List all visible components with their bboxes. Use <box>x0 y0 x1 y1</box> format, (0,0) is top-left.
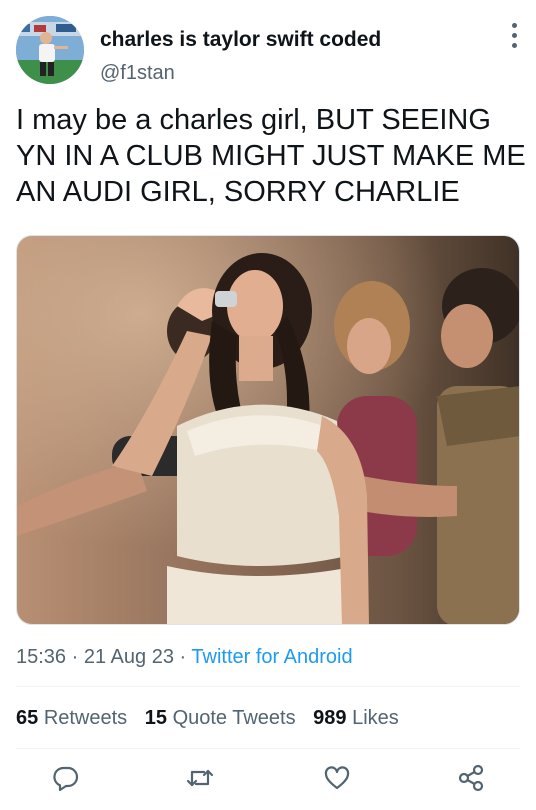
retweet-icon[interactable] <box>185 763 215 793</box>
tweet-text: I may be a charles girl, BUT SEEING YN I… <box>16 104 526 208</box>
tweet-header: charles is taylor swift coded @f1stan <box>0 0 536 95</box>
like-icon[interactable] <box>322 763 352 793</box>
meta-separator: · <box>179 646 187 668</box>
display-name[interactable]: charles is taylor swift coded <box>100 28 381 52</box>
share-icon[interactable] <box>456 763 486 793</box>
divider <box>16 686 520 687</box>
meta-separator: · <box>71 646 79 668</box>
user-handle[interactable]: @f1stan <box>100 62 175 85</box>
tweet-stats: 65 Retweets 15 Quote Tweets 989 Likes <box>16 707 411 730</box>
retweets-label: Retweets <box>43 707 128 729</box>
avatar[interactable] <box>16 16 84 84</box>
likes-label: Likes <box>352 707 399 729</box>
quote-tweets-stat[interactable]: 15 Quote Tweets <box>145 707 296 730</box>
tweet-source[interactable]: Twitter for Android <box>191 646 352 668</box>
quote-tweets-count: 15 <box>144 707 167 729</box>
quote-tweets-label: Quote Tweets <box>172 707 296 729</box>
tweet-meta: 15:36 · 21 Aug 23 · Twitter for Android <box>16 646 353 669</box>
tweet-date[interactable]: 21 Aug 23 <box>84 646 174 668</box>
tweet-time[interactable]: 15:36 <box>16 646 66 668</box>
tweet-photo[interactable] <box>16 235 520 625</box>
retweets-stat[interactable]: 65 Retweets <box>16 707 127 730</box>
divider <box>16 748 520 749</box>
more-options-icon[interactable] <box>500 20 528 52</box>
tweet-actions <box>0 755 536 799</box>
reply-icon[interactable] <box>51 763 81 793</box>
likes-count: 989 <box>313 707 347 729</box>
retweets-count: 65 <box>16 707 39 729</box>
likes-stat[interactable]: 989 Likes <box>313 707 399 730</box>
